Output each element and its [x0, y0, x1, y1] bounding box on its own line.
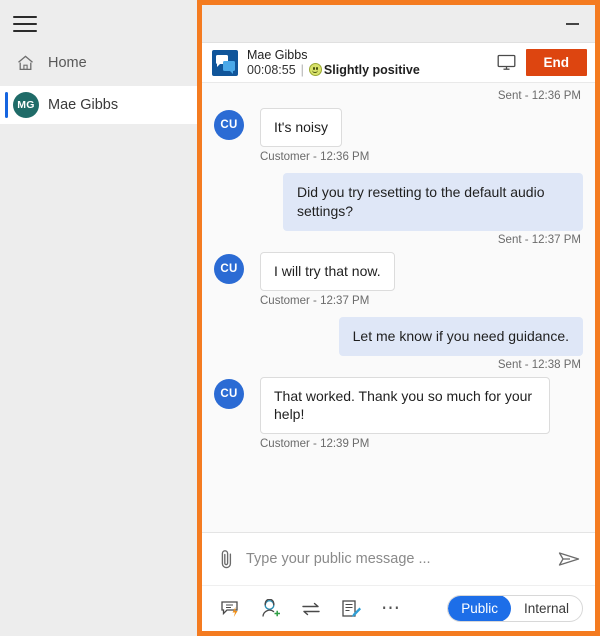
- transfer-icon[interactable]: [298, 596, 324, 622]
- sidebar-item-label: Mae Gibbs: [48, 97, 119, 113]
- chat-panel: Mae Gibbs 00:08:55 | Slightly positive E…: [197, 0, 600, 636]
- scope-public-option[interactable]: Public: [448, 596, 511, 621]
- message-list[interactable]: Sent - 12:36 PM CU It's noisy Customer - 12…: [202, 83, 595, 532]
- message-row-outgoing: Did you try resetting to the default aud…: [214, 172, 583, 231]
- message-timestamp: Customer - 12:39 PM: [260, 438, 370, 451]
- message-bubble: Let me know if you need guidance.: [338, 316, 583, 356]
- message-timestamp: Sent - 12:37 PM: [497, 233, 581, 246]
- message-bubble: That worked. Thank you so much for your …: [260, 376, 550, 435]
- search-input[interactable]: [246, 551, 555, 567]
- separator: |: [300, 62, 304, 77]
- composer-input-row: [202, 533, 595, 585]
- sentiment-label: Slightly positive: [323, 62, 420, 77]
- message-row-incoming: CU That worked. Thank you so much for you…: [214, 376, 583, 435]
- home-icon: [12, 54, 38, 72]
- customer-name: Mae Gibbs: [247, 47, 308, 62]
- hamburger-icon[interactable]: [10, 12, 40, 36]
- add-agent-icon[interactable]: [258, 596, 284, 622]
- avatar: CU: [214, 378, 244, 409]
- composer-tools-row: ⋯ Public Internal: [202, 585, 595, 631]
- conversation-meta: Mae Gibbs 00:08:55 | Slightly positive: [247, 48, 494, 78]
- message-scope-toggle[interactable]: Public Internal: [447, 595, 583, 622]
- message-row-outgoing: Let me know if you need guidance.: [214, 316, 583, 356]
- more-icon[interactable]: ⋯: [378, 596, 404, 622]
- app-root: Home MG Mae Gibbs Mae Gibbs 00:08:55 | S…: [0, 0, 600, 636]
- hamburger-line: [13, 23, 37, 25]
- chat-panel-inner: Mae Gibbs 00:08:55 | Slightly positive E…: [202, 5, 595, 631]
- chat-bubble-shape: [223, 60, 235, 74]
- message-composer: ⋯ Public Internal: [202, 532, 595, 631]
- message-timestamp: Sent - 12:38 PM: [497, 358, 581, 371]
- sidebar-item-mae-gibbs[interactable]: MG Mae Gibbs: [0, 86, 200, 124]
- scope-internal-option[interactable]: Internal: [511, 596, 582, 621]
- hamburger-line: [13, 16, 37, 18]
- monitor-icon[interactable]: [494, 50, 520, 76]
- notes-icon[interactable]: [338, 596, 364, 622]
- sidebar-item-label: Home: [48, 55, 87, 71]
- message-row-incoming: CU It's noisy: [214, 108, 583, 147]
- end-button[interactable]: End: [525, 49, 587, 76]
- conversation-status-line: 00:08:55 | Slightly positive: [247, 63, 494, 78]
- chat-icon: [212, 49, 238, 76]
- slightly-positive-smiley-icon: [308, 63, 322, 77]
- message-bubble: It's noisy: [260, 108, 343, 147]
- message-row-incoming: CU I will try that now.: [214, 251, 583, 291]
- minimize-button[interactable]: [559, 13, 585, 35]
- hamburger-line: [13, 30, 37, 32]
- message-timestamp: Sent - 12:36 PM: [497, 90, 581, 102]
- session-timer: 00:08:55: [247, 62, 296, 77]
- conversation-header: Mae Gibbs 00:08:55 | Slightly positive E…: [202, 43, 595, 83]
- sidebar-item-home[interactable]: Home: [0, 44, 200, 82]
- message-timestamp: Customer - 12:36 PM: [260, 150, 370, 163]
- selection-indicator: [5, 92, 8, 118]
- quick-reply-icon[interactable]: [218, 596, 244, 622]
- message-bubble: Did you try resetting to the default aud…: [283, 172, 583, 231]
- send-icon[interactable]: [555, 549, 583, 569]
- message-timestamp: Customer - 12:37 PM: [260, 294, 370, 307]
- smiley-mouth: [312, 70, 319, 73]
- minimize-icon: [565, 23, 579, 25]
- paperclip-icon[interactable]: [214, 548, 238, 570]
- avatar: CU: [214, 110, 244, 140]
- panel-title-bar: [202, 5, 595, 43]
- message-bubble: I will try that now.: [260, 251, 395, 291]
- sidebar: Home MG Mae Gibbs: [0, 0, 200, 636]
- avatar: MG: [13, 92, 39, 118]
- avatar: CU: [214, 253, 244, 284]
